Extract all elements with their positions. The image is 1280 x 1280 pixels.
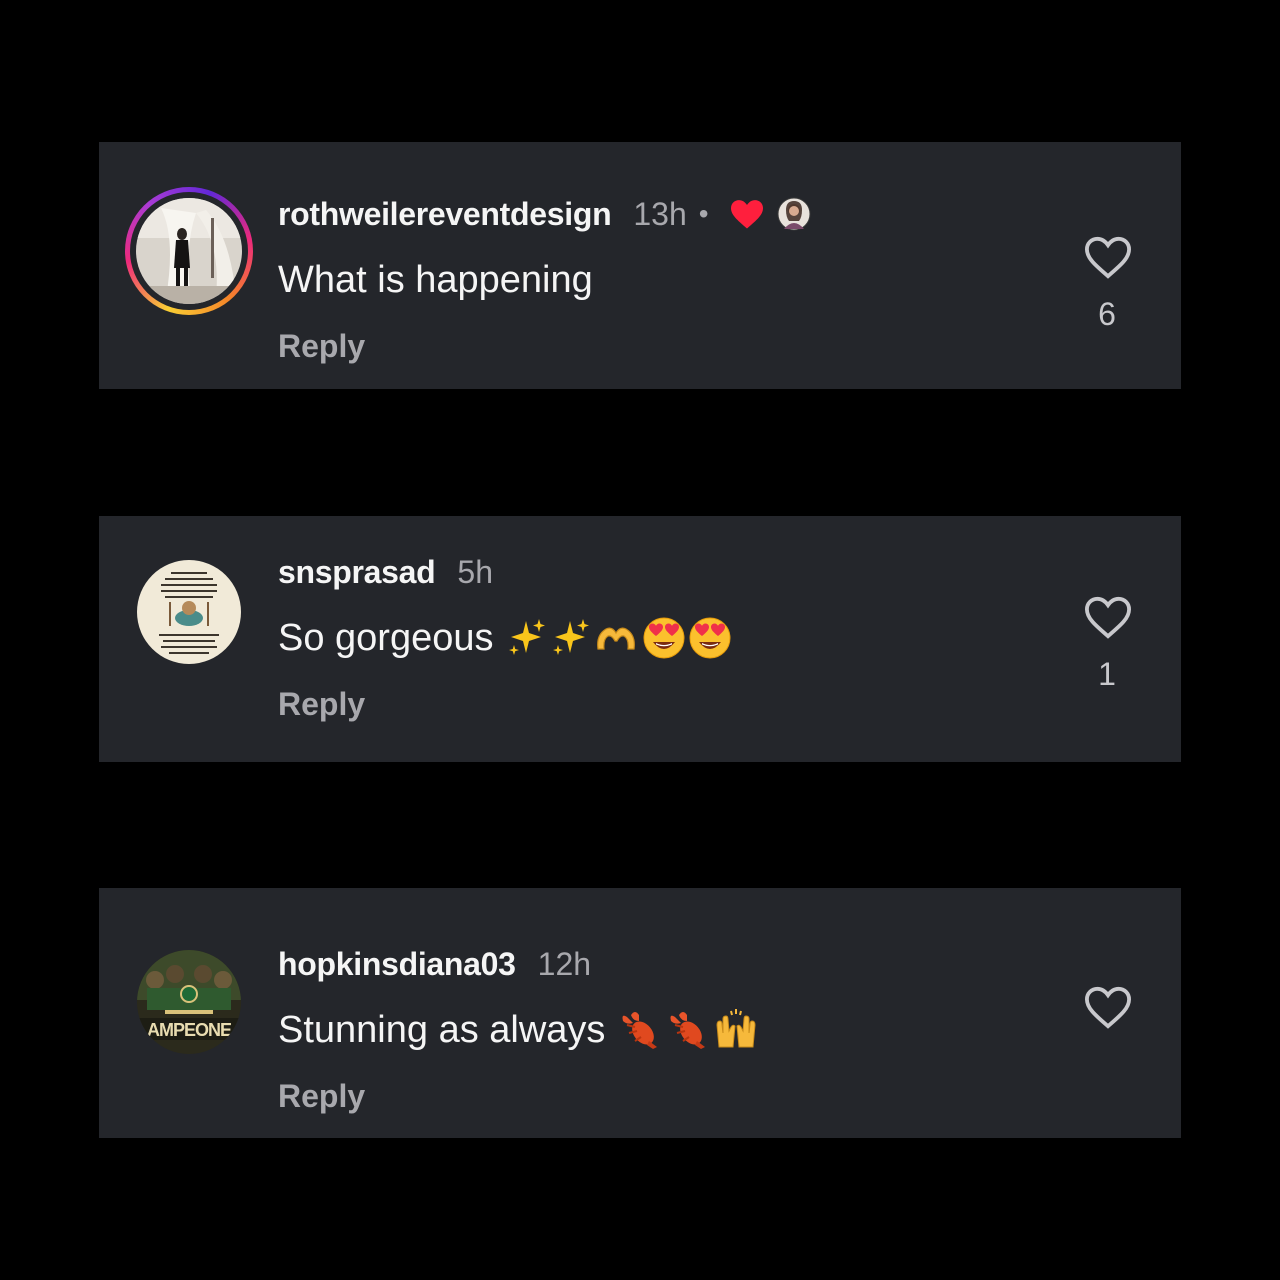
author-liked-heart-icon bbox=[729, 198, 765, 230]
like-count: 6 bbox=[1098, 296, 1116, 332]
comment-content: snsprasad 5h So gorgeous Reply bbox=[278, 550, 732, 724]
avatar-story-ring[interactable] bbox=[125, 187, 253, 315]
comment-card: snsprasad 5h So gorgeous Reply 1 bbox=[99, 516, 1181, 762]
comment-text: So gorgeous bbox=[278, 614, 732, 662]
like-count: 1 bbox=[1098, 656, 1116, 692]
sparkles-icon bbox=[552, 619, 589, 655]
comment-emojis bbox=[617, 1009, 759, 1051]
comment-content: rothweilereventdesign 13h • What is happ… bbox=[278, 192, 811, 366]
heart-hands-icon bbox=[596, 627, 635, 650]
comment-emojis bbox=[506, 616, 732, 660]
wedding-photo-avatar bbox=[136, 198, 242, 304]
heart-eyes-icon bbox=[689, 617, 730, 659]
username[interactable]: rothweilereventdesign bbox=[278, 196, 612, 233]
comment-body: Stunning as always bbox=[278, 1009, 606, 1051]
comment-meta: hopkinsdiana03 12h bbox=[278, 942, 759, 986]
comment-text: What is happening bbox=[278, 256, 811, 304]
svg-text:AMPEONE: AMPEONE bbox=[147, 1020, 232, 1040]
timestamp: 13h bbox=[633, 195, 687, 232]
lobster-icon bbox=[670, 1012, 706, 1049]
comment-body: So gorgeous bbox=[278, 617, 494, 659]
celtics-poster-avatar: AMPEONE bbox=[137, 950, 241, 1054]
comment-content: hopkinsdiana03 12h Stunning as always Re… bbox=[278, 942, 759, 1116]
username[interactable]: snsprasad bbox=[278, 554, 436, 591]
comment-body: What is happening bbox=[278, 259, 593, 301]
heart-eyes-icon bbox=[643, 617, 684, 659]
like-heart-icon[interactable] bbox=[1083, 234, 1133, 280]
reply-button[interactable]: Reply bbox=[278, 684, 732, 724]
comment-meta: snsprasad 5h bbox=[278, 550, 732, 594]
quote-poster-avatar bbox=[137, 560, 241, 664]
like-heart-icon[interactable] bbox=[1083, 594, 1133, 640]
comment-text: Stunning as always bbox=[278, 1006, 759, 1054]
timestamp: 12h bbox=[537, 945, 592, 982]
reply-button[interactable]: Reply bbox=[278, 326, 811, 366]
lobster-icon bbox=[622, 1012, 658, 1049]
username[interactable]: hopkinsdiana03 bbox=[278, 946, 516, 983]
timestamp: 5h bbox=[457, 553, 493, 590]
author-mini-avatar bbox=[777, 197, 811, 231]
raised-hands-icon bbox=[716, 1009, 756, 1048]
avatar[interactable]: AMPEONE bbox=[137, 950, 241, 1054]
comment-card: AMPEONE hopkinsdiana03 12h Stunning as a… bbox=[99, 888, 1181, 1138]
like-heart-icon[interactable] bbox=[1083, 984, 1133, 1030]
separator-dot: • bbox=[698, 198, 709, 229]
avatar bbox=[136, 198, 242, 304]
sparkles-icon bbox=[508, 619, 545, 655]
avatar[interactable] bbox=[137, 560, 241, 664]
reply-button[interactable]: Reply bbox=[278, 1076, 759, 1116]
comment-card: rothweilereventdesign 13h • What is happ… bbox=[99, 142, 1181, 389]
comment-meta: rothweilereventdesign 13h • bbox=[278, 192, 811, 236]
